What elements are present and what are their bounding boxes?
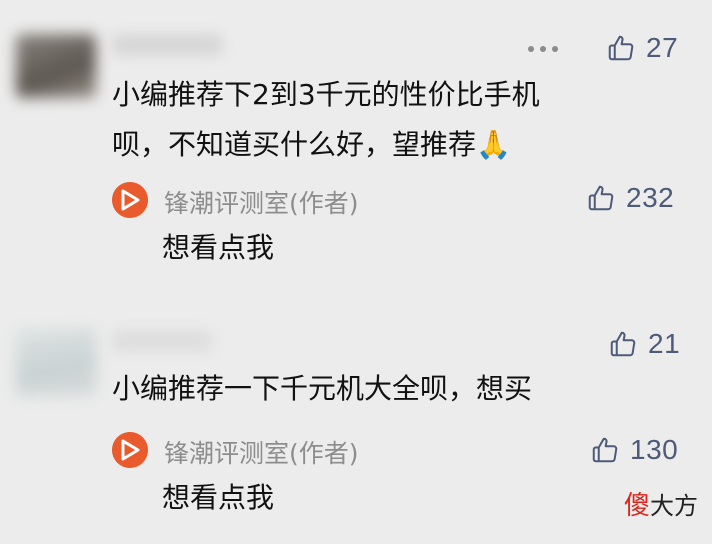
comment-text: 小编推荐下2到3千元的性价比手机 呗，不知道买什么好，望推荐🙏 bbox=[112, 70, 540, 170]
thumbs-up-icon bbox=[588, 185, 614, 211]
comment-text: 小编推荐一下千元机大全呗，想买 bbox=[112, 364, 532, 414]
watermark-text: 傻 bbox=[623, 491, 650, 521]
watermark: 傻 大方 bbox=[624, 485, 698, 522]
thumbs-up-icon bbox=[592, 437, 618, 463]
avatar[interactable] bbox=[16, 34, 96, 98]
author-name[interactable]: 锋潮评测室(作者) bbox=[164, 434, 359, 470]
comment-text-line: 小编推荐下2到3千元的性价比手机 bbox=[112, 78, 540, 111]
like-count: 232 bbox=[626, 182, 675, 213]
watermark-text: 大方 bbox=[650, 492, 698, 520]
reply-like-button[interactable]: 130 bbox=[590, 430, 678, 470]
reply-like-button[interactable]: 232 bbox=[586, 178, 674, 218]
author-logo-icon[interactable] bbox=[112, 432, 148, 468]
like-count: 21 bbox=[648, 328, 681, 359]
username[interactable] bbox=[112, 34, 222, 56]
avatar[interactable] bbox=[16, 328, 96, 396]
comment-text-line: 小编推荐一下千元机大全呗，想买 bbox=[112, 372, 533, 405]
reply-text: 想看点我 bbox=[162, 231, 275, 264]
more-dots-icon[interactable] bbox=[527, 44, 559, 54]
reply-text: 想看点我 bbox=[162, 481, 275, 514]
comment-text-line: 呗，不知道买什么好，望推荐🙏 bbox=[112, 128, 511, 161]
like-count: 27 bbox=[646, 32, 679, 63]
thumbs-up-icon bbox=[608, 35, 634, 61]
comment-list: 27 小编推荐下2到3千元的性价比手机 呗，不知道买什么好，望推荐🙏 锋潮评测室… bbox=[0, 0, 712, 544]
author-name[interactable]: 锋潮评测室(作者) bbox=[164, 184, 359, 220]
thumbs-up-icon bbox=[610, 331, 636, 357]
like-button[interactable]: 27 bbox=[606, 28, 678, 68]
username[interactable] bbox=[112, 330, 212, 352]
author-logo-icon[interactable] bbox=[112, 182, 148, 218]
like-button[interactable]: 21 bbox=[608, 324, 680, 364]
like-count: 130 bbox=[630, 434, 679, 465]
